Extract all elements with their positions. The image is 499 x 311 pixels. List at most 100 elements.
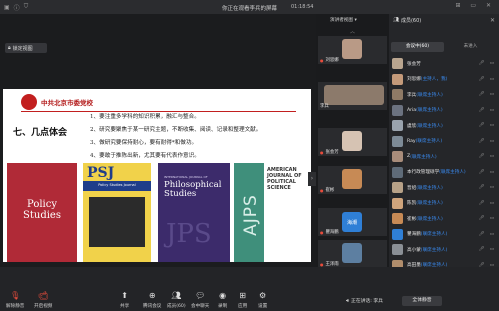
cover-watermark: JPS	[166, 219, 212, 249]
participant-badge: 海潮	[342, 212, 362, 232]
members-button[interactable]: 👥︎ 成员(60)	[167, 292, 186, 310]
party-school-logo	[21, 94, 37, 110]
participant-name: 瞿海鹏	[325, 230, 339, 235]
settings-button[interactable]: ⚙︎ 设置	[258, 292, 267, 310]
video-tile[interactable]: ● 张会芳	[318, 128, 387, 156]
cover-title: AMERICAN JOURNAL OF POLITICAL SCIENCE	[267, 167, 302, 191]
member-row[interactable]: 陈凯 (联席主持人) 🎤︎ ▭	[389, 196, 499, 212]
member-name: Ray	[407, 138, 416, 144]
member-row[interactable]: 虞欣 (联席主持人) 🎤︎ ▭	[389, 118, 499, 134]
chat-label: 会中聊天	[191, 304, 210, 309]
lock-icon: 🔒︎	[8, 45, 11, 51]
lock-view-label: 锁定视图	[12, 45, 33, 52]
member-media-icons[interactable]: 🎤︎ ▭	[479, 61, 496, 66]
participant-avatar	[342, 243, 362, 263]
member-row[interactable]: 刘思娜 (主持人，我) 🎤︎ ▭	[389, 72, 499, 88]
member-media-icons[interactable]: 🎤︎ ▭	[479, 170, 496, 175]
avatar	[392, 197, 403, 209]
record-button[interactable]: ◉ 录制	[218, 292, 227, 310]
avatar	[392, 73, 403, 85]
member-row[interactable]: 崔彬 (联席主持人) 🎤︎ ▭	[389, 211, 499, 227]
member-media-icons[interactable]: 🎤︎ ▭	[479, 154, 496, 159]
video-tile[interactable]: ● 刘思娜	[318, 36, 387, 64]
member-role: (联席主持人)	[416, 108, 443, 114]
member-name: 陈凯	[407, 201, 417, 207]
member-media-icons[interactable]: 🎤︎ ▭	[479, 139, 496, 144]
chat-button[interactable]: 💬︎ 会中聊天	[191, 292, 210, 310]
unmute-button[interactable]: 🎙︎ 解除静音	[6, 292, 25, 310]
video-tile[interactable]: 李兵	[318, 82, 387, 110]
avatar	[392, 120, 403, 132]
video-tile[interactable]: ● 崔彬	[318, 166, 387, 194]
member-name: Aria	[407, 107, 417, 113]
avatar	[392, 182, 403, 194]
member-name: 李兵	[407, 92, 417, 98]
member-name: 虞欣	[407, 123, 417, 129]
cover-subtitle: Policy Studies Journal	[98, 183, 136, 187]
member-row[interactable]: Aria (联席主持人) 🎤︎ ▭	[389, 103, 499, 119]
apps-button[interactable]: ⊞ 应用	[238, 292, 247, 310]
mute-all-button[interactable]: 全体静音	[402, 296, 442, 306]
member-row[interactable]: 晋绍 (联席主持人) 🎤︎ ▭	[389, 180, 499, 196]
members-icon: 👥︎	[393, 17, 400, 23]
share-screen-icon: ⬆︎	[121, 291, 128, 300]
slide-point: 3、做研究要保持耐心，要有耐得*和做功。	[90, 140, 198, 146]
mic-muted-icon: ●	[320, 261, 324, 267]
cover-title: Policy Studies	[23, 199, 61, 221]
window-controls[interactable]: ⊞ ▭ ✕	[455, 2, 495, 9]
unmute-label: 解除静音	[6, 304, 25, 309]
member-role: (联席主持人)	[420, 232, 448, 238]
lock-view-button[interactable]: 🔒︎ 锁定视图	[5, 43, 47, 53]
tab-not-joined[interactable]: 未进入	[444, 42, 497, 52]
member-name: 崔彬	[407, 216, 417, 222]
start-video-button[interactable]: 📹︎ 开启视频	[34, 292, 52, 310]
video-tile[interactable]: ● 王泽雨	[318, 240, 387, 268]
speaker-view-toggle[interactable]: 演讲者视图 ▾	[316, 14, 389, 26]
member-row[interactable]: 瞿海鹏 (联席主持人) 🎤︎ ▭	[389, 227, 499, 243]
participant-name: 张会芳	[325, 150, 339, 155]
member-name: 晋绍	[407, 185, 417, 191]
member-role: (联席主持人)	[415, 139, 443, 145]
member-media-icons[interactable]: 🎤︎ ▭	[479, 123, 496, 128]
avatar	[392, 104, 403, 116]
cover-watermark: AJPS	[240, 194, 261, 236]
video-tile[interactable]: 海潮 ● 瞿海鹏	[318, 208, 387, 236]
speaker-icon: 🔊︎	[346, 298, 350, 304]
member-media-icons[interactable]: 🎤︎ ▭	[479, 247, 496, 252]
slide-heading: 七、几点体会	[13, 128, 68, 138]
member-name: 高小蒙	[407, 247, 421, 253]
meeting-app-button[interactable]: ⊕ 腾讯会议	[143, 292, 161, 310]
video-scroll-up[interactable]: ︿	[316, 28, 389, 36]
shared-screen-area: 🔒︎ 锁定视图 中共北京市委党校 七、几点体会 1、要注重多学科的知识积累，融汇…	[0, 14, 316, 276]
member-row[interactable]: Z (联席主持人) 🎤︎ ▭	[389, 149, 499, 165]
participant-name: 崔彬	[325, 188, 335, 193]
member-media-icons[interactable]: 🎤︎ ▭	[479, 185, 496, 190]
member-media-icons[interactable]: 🎤︎ ▭	[479, 77, 496, 82]
member-name: 瞿海鹏	[407, 232, 421, 238]
presentation-slide: 中共北京市委党校 七、几点体会 1、要注重多学科的知识积累，融汇与整合。 2、研…	[3, 89, 311, 262]
cover-title: PSJ	[87, 165, 115, 181]
member-row[interactable]: 张会芳 🎤︎ ▭	[389, 56, 499, 72]
member-row[interactable]: Ray (联席主持人) 🎤︎ ▭	[389, 134, 499, 150]
close-icon[interactable]: ✕	[490, 17, 495, 24]
collapse-video-arrow[interactable]: ›	[308, 172, 316, 186]
member-row[interactable]: 高小蒙 (联席主持人) 🎤︎ ▭	[389, 242, 499, 258]
member-media-icons[interactable]: 🎤︎ ▭	[479, 232, 496, 237]
cover-title: Philosophical Studies	[164, 180, 222, 199]
avatar	[392, 151, 403, 163]
participant-video	[324, 85, 384, 105]
avatar	[392, 166, 403, 178]
participant-name: 刘思娜	[325, 58, 339, 63]
member-row[interactable]: 本行政管理硕学 (联席主持人) 🎤︎ ▭	[389, 165, 499, 181]
member-row[interactable]: 李兵 (联席主持人) 🎤︎ ▭	[389, 87, 499, 103]
speaker-view-label: 演讲者视图	[330, 18, 353, 23]
share-button[interactable]: ⬆︎ 共享	[120, 291, 129, 310]
member-media-icons[interactable]: 🎤︎ ▭	[479, 108, 496, 113]
avatar	[392, 135, 403, 147]
member-media-icons[interactable]: 🎤︎ ▭	[479, 201, 496, 206]
member-media-icons[interactable]: 🎤︎ ▭	[479, 216, 496, 221]
member-media-icons[interactable]: 🎤︎ ▭	[479, 92, 496, 97]
tab-in-meeting[interactable]: 会议中(60)	[391, 42, 444, 52]
members-panel-header: 👥︎ 成员(60) ✕	[389, 14, 499, 26]
meeting-timer: 01:18:54	[291, 4, 314, 10]
